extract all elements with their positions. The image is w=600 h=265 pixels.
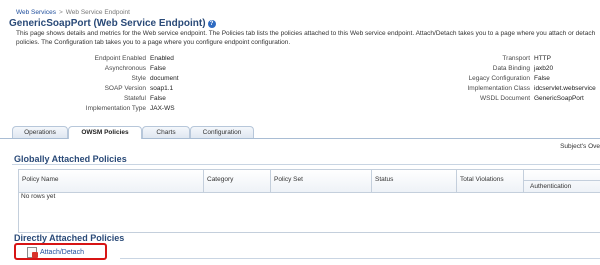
property-label: Endpoint Enabled <box>94 55 146 62</box>
property-value: HTTP <box>534 55 551 62</box>
tab-charts[interactable]: Charts <box>142 126 190 138</box>
attach-detach-button[interactable]: Attach/Detach <box>27 247 84 258</box>
column-status[interactable]: Status <box>372 170 457 192</box>
property-label: Data Binding <box>492 65 530 72</box>
column-label: Policy Name <box>22 176 59 183</box>
property-value: Enabled <box>150 55 174 62</box>
property-row: Endpoint Enabled Enabled <box>40 54 179 64</box>
property-row: Implementation Type JAX-WS <box>40 104 179 114</box>
property-row: SOAP Version soap1.1 <box>40 84 179 94</box>
property-label: WSDL Document <box>480 95 530 102</box>
property-label: Stateful <box>123 95 146 102</box>
property-label: Asynchronous <box>104 65 146 72</box>
globally-attached-table: Policy Name Category Policy Set Status T… <box>18 169 600 233</box>
property-label: Legacy Configuration <box>468 75 530 82</box>
table-header: Policy Name Category Policy Set Status T… <box>19 170 600 193</box>
tab-bar: Operations OWSM Policies Charts Configur… <box>0 126 600 139</box>
property-row: Asynchronous False <box>40 64 179 74</box>
column-total-violations[interactable]: Total Violations <box>457 170 523 192</box>
property-value: soap1.1 <box>150 85 174 92</box>
property-value: jaxb20 <box>534 65 554 72</box>
column-authentication[interactable]: Authentication <box>523 170 600 192</box>
page-title-row: GenericSoapPort (Web Service Endpoint) ? <box>9 18 216 29</box>
property-label: Implementation Type <box>85 105 146 112</box>
breadcrumb-web-services-link[interactable]: Web Services <box>16 9 56 16</box>
property-row: Legacy Configuration False <box>378 74 596 84</box>
subjects-overview-label: Subject's Ove <box>560 143 600 150</box>
breadcrumb-current: Web Service Endpoint <box>65 9 130 16</box>
tab-operations[interactable]: Operations <box>12 126 68 138</box>
column-label: Total Violations <box>460 176 504 183</box>
property-label: Style <box>131 75 146 82</box>
property-label: Transport <box>502 55 530 62</box>
column-subheader-divider <box>524 180 600 181</box>
column-label: Status <box>375 176 394 183</box>
property-label: SOAP Version <box>104 85 146 92</box>
tab-configuration[interactable]: Configuration <box>190 126 254 138</box>
property-value: JAX-WS <box>150 105 175 112</box>
wsdl-document-link[interactable]: GenericSoapPort <box>530 94 584 104</box>
property-row: WSDL Document GenericSoapPort <box>378 94 596 104</box>
property-value: idcservlet.webservice <box>534 85 596 92</box>
property-label: Implementation Class <box>467 85 531 92</box>
column-label: Authentication <box>530 183 572 190</box>
property-value: False <box>150 65 166 72</box>
globally-attached-title: Globally Attached Policies <box>14 154 127 164</box>
breadcrumb-separator: > <box>58 9 63 16</box>
page-description: This page shows details and metrics for … <box>16 30 596 46</box>
column-category[interactable]: Category <box>204 170 271 192</box>
property-row: Transport HTTP <box>378 54 596 64</box>
page-title: GenericSoapPort (Web Service Endpoint) <box>9 18 206 29</box>
attach-detach-label: Attach/Detach <box>40 249 84 256</box>
column-label: Category <box>207 176 234 183</box>
properties-right: Transport HTTP Data Binding jaxb20 Legacy … <box>378 54 596 104</box>
directly-attached-title: Directly Attached Policies <box>14 233 125 243</box>
property-row: Style document <box>40 74 179 84</box>
property-row: Data Binding jaxb20 <box>378 64 596 74</box>
column-label: Policy Set <box>274 176 303 183</box>
property-value: False <box>534 75 550 82</box>
section-divider <box>120 258 600 259</box>
property-row: Implementation Class idcservlet.webservic… <box>378 84 596 94</box>
breadcrumb: Web Services > Web Service Endpoint <box>16 9 130 16</box>
column-policy-name[interactable]: Policy Name <box>19 170 204 192</box>
help-icon[interactable]: ? <box>207 19 216 28</box>
tab-owsm-policies[interactable]: OWSM Policies <box>68 126 142 139</box>
property-value: document <box>150 75 179 82</box>
property-row: Stateful False <box>40 94 179 104</box>
properties-left: Endpoint Enabled Enabled Asynchronous Fals… <box>40 54 179 114</box>
empty-table-message: No rows yet <box>21 193 56 200</box>
section-divider <box>12 164 600 165</box>
column-policy-set[interactable]: Policy Set <box>271 170 372 192</box>
property-value: False <box>150 95 166 102</box>
attach-document-icon <box>27 247 38 258</box>
